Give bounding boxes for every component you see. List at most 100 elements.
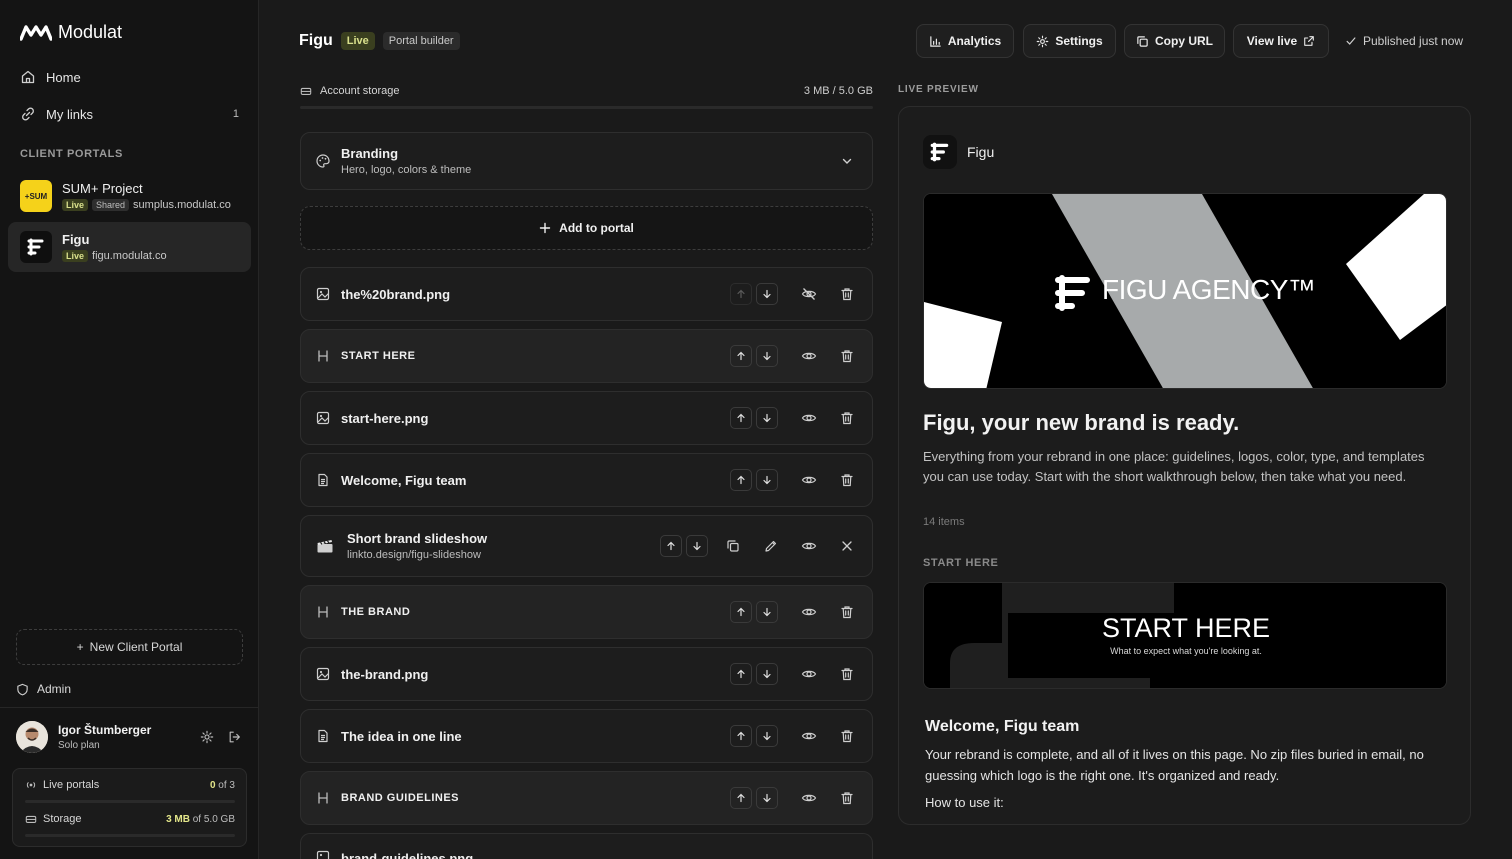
admin-link[interactable]: Admin — [16, 682, 71, 696]
logout-icon[interactable] — [228, 730, 242, 744]
edit-button[interactable] — [760, 535, 782, 557]
brand-logo[interactable]: Modulat — [20, 22, 122, 43]
nav-home[interactable]: Home — [8, 61, 251, 93]
nav-my-links[interactable]: My links 1 — [8, 98, 251, 130]
settings-button[interactable]: Settings — [1023, 24, 1116, 58]
delete-button[interactable] — [836, 283, 858, 305]
check-icon — [1346, 37, 1356, 45]
delete-button[interactable] — [836, 469, 858, 491]
delete-button[interactable] — [836, 407, 858, 429]
move-up-button[interactable] — [730, 663, 752, 685]
eye-icon — [801, 608, 817, 616]
branding-section[interactable]: Branding Hero, logo, colors & theme — [300, 132, 873, 190]
visibility-button[interactable] — [798, 663, 820, 685]
avatar[interactable] — [16, 721, 48, 753]
item-title: the-brand.png — [341, 666, 429, 682]
hide-button[interactable] — [798, 283, 820, 305]
view-live-button[interactable]: View live — [1233, 24, 1329, 58]
item-card[interactable]: The idea in one line — [300, 709, 873, 763]
item-card[interactable]: start-here.png — [300, 391, 873, 445]
start-here-image: START HERE What to expect what you're lo… — [923, 582, 1447, 689]
broadcast-icon — [26, 782, 36, 788]
hero-image: FIGU AGENCY™ — [923, 193, 1447, 389]
start-here-subtitle: What to expect what you're looking at. — [1110, 646, 1262, 656]
move-down-button[interactable] — [756, 283, 778, 305]
settings-label: Settings — [1055, 34, 1103, 48]
client-portals-heading: CLIENT PORTALS — [20, 148, 123, 160]
move-up-button[interactable] — [730, 283, 752, 305]
preview-section-heading: START HERE — [923, 557, 999, 569]
link-card[interactable]: Short brand slideshow linkto.design/figu… — [300, 515, 873, 577]
hero-text: FIGU AGENCY™ — [1102, 274, 1316, 305]
item-card[interactable]: the%20brand.png — [300, 267, 873, 321]
visibility-button[interactable] — [798, 725, 820, 747]
heading-card[interactable]: BRAND GUIDELINES — [300, 771, 873, 825]
portal-item-sum[interactable]: +SUM SUM+ Project Live Shared sumplus.mo… — [8, 171, 251, 221]
delete-button[interactable] — [836, 787, 858, 809]
move-down-button[interactable] — [756, 787, 778, 809]
eye-icon — [801, 794, 817, 802]
heading-card[interactable]: START HERE — [300, 329, 873, 383]
move-up-button[interactable] — [730, 469, 752, 491]
new-client-portal-button[interactable]: + New Client Portal — [16, 629, 243, 665]
item-card[interactable]: the-brand.png — [300, 647, 873, 701]
delete-button[interactable] — [836, 663, 858, 685]
move-down-button[interactable] — [686, 535, 708, 557]
visibility-button[interactable] — [798, 601, 820, 623]
delete-button[interactable] — [836, 345, 858, 367]
move-up-button[interactable] — [730, 345, 752, 367]
eye-icon — [801, 732, 817, 740]
move-up-button[interactable] — [730, 601, 752, 623]
app-name: Modulat — [58, 22, 123, 42]
item-url: linkto.design/figu-slideshow — [347, 549, 481, 561]
trash-icon — [841, 606, 853, 619]
move-down-button[interactable] — [756, 725, 778, 747]
delete-button[interactable] — [836, 601, 858, 623]
chevron-down-icon[interactable] — [840, 154, 854, 168]
move-down-button[interactable] — [756, 407, 778, 429]
move-up-button[interactable] — [730, 787, 752, 809]
trash-icon — [841, 288, 853, 301]
link-icon — [22, 107, 34, 121]
portal-item-figu[interactable]: Figu Live figu.modulat.co — [8, 222, 251, 272]
visibility-button[interactable] — [798, 535, 820, 557]
live-preview-panel[interactable]: Figu FIGU AGENCY™ Figu, your new brand i… — [898, 106, 1471, 825]
add-to-portal-button[interactable]: Add to portal — [300, 206, 873, 250]
duplicate-button[interactable] — [722, 535, 744, 557]
nav-my-links-label: My links — [46, 106, 93, 122]
arrow-up-icon — [737, 607, 745, 617]
visibility-button[interactable] — [798, 787, 820, 809]
heading-icon — [315, 604, 331, 620]
arrow-up-icon — [667, 541, 675, 551]
storage-icon — [25, 815, 37, 823]
visibility-button[interactable] — [798, 469, 820, 491]
plus-icon: + — [76, 640, 84, 654]
shield-icon — [17, 683, 28, 695]
move-down-button[interactable] — [756, 663, 778, 685]
trash-icon — [841, 730, 853, 743]
move-up-button[interactable] — [730, 725, 752, 747]
move-up-button[interactable] — [730, 407, 752, 429]
copy-icon — [727, 540, 739, 552]
close-button[interactable] — [836, 535, 858, 557]
move-down-button[interactable] — [756, 345, 778, 367]
visibility-button[interactable] — [798, 345, 820, 367]
arrow-up-icon — [737, 793, 745, 803]
visibility-button[interactable] — [798, 407, 820, 429]
move-down-button[interactable] — [756, 601, 778, 623]
item-card[interactable]: brand-guidelines.png — [300, 833, 873, 859]
delete-button[interactable] — [836, 725, 858, 747]
modulat-logo-icon — [20, 24, 52, 41]
analytics-button[interactable]: Analytics — [916, 24, 1014, 58]
image-icon — [315, 286, 331, 302]
move-up-button[interactable] — [660, 535, 682, 557]
move-down-button[interactable] — [756, 469, 778, 491]
item-card[interactable]: Welcome, Figu team — [300, 453, 873, 507]
trash-icon — [841, 474, 853, 487]
copy-url-button[interactable]: Copy URL — [1124, 24, 1225, 58]
welcome-title: Welcome, Figu team — [925, 718, 1080, 735]
item-title: the%20brand.png — [341, 286, 451, 302]
portal-builder-badge: Portal builder — [382, 32, 460, 50]
heading-card[interactable]: THE BRAND — [300, 585, 873, 639]
gear-icon[interactable] — [200, 730, 214, 744]
